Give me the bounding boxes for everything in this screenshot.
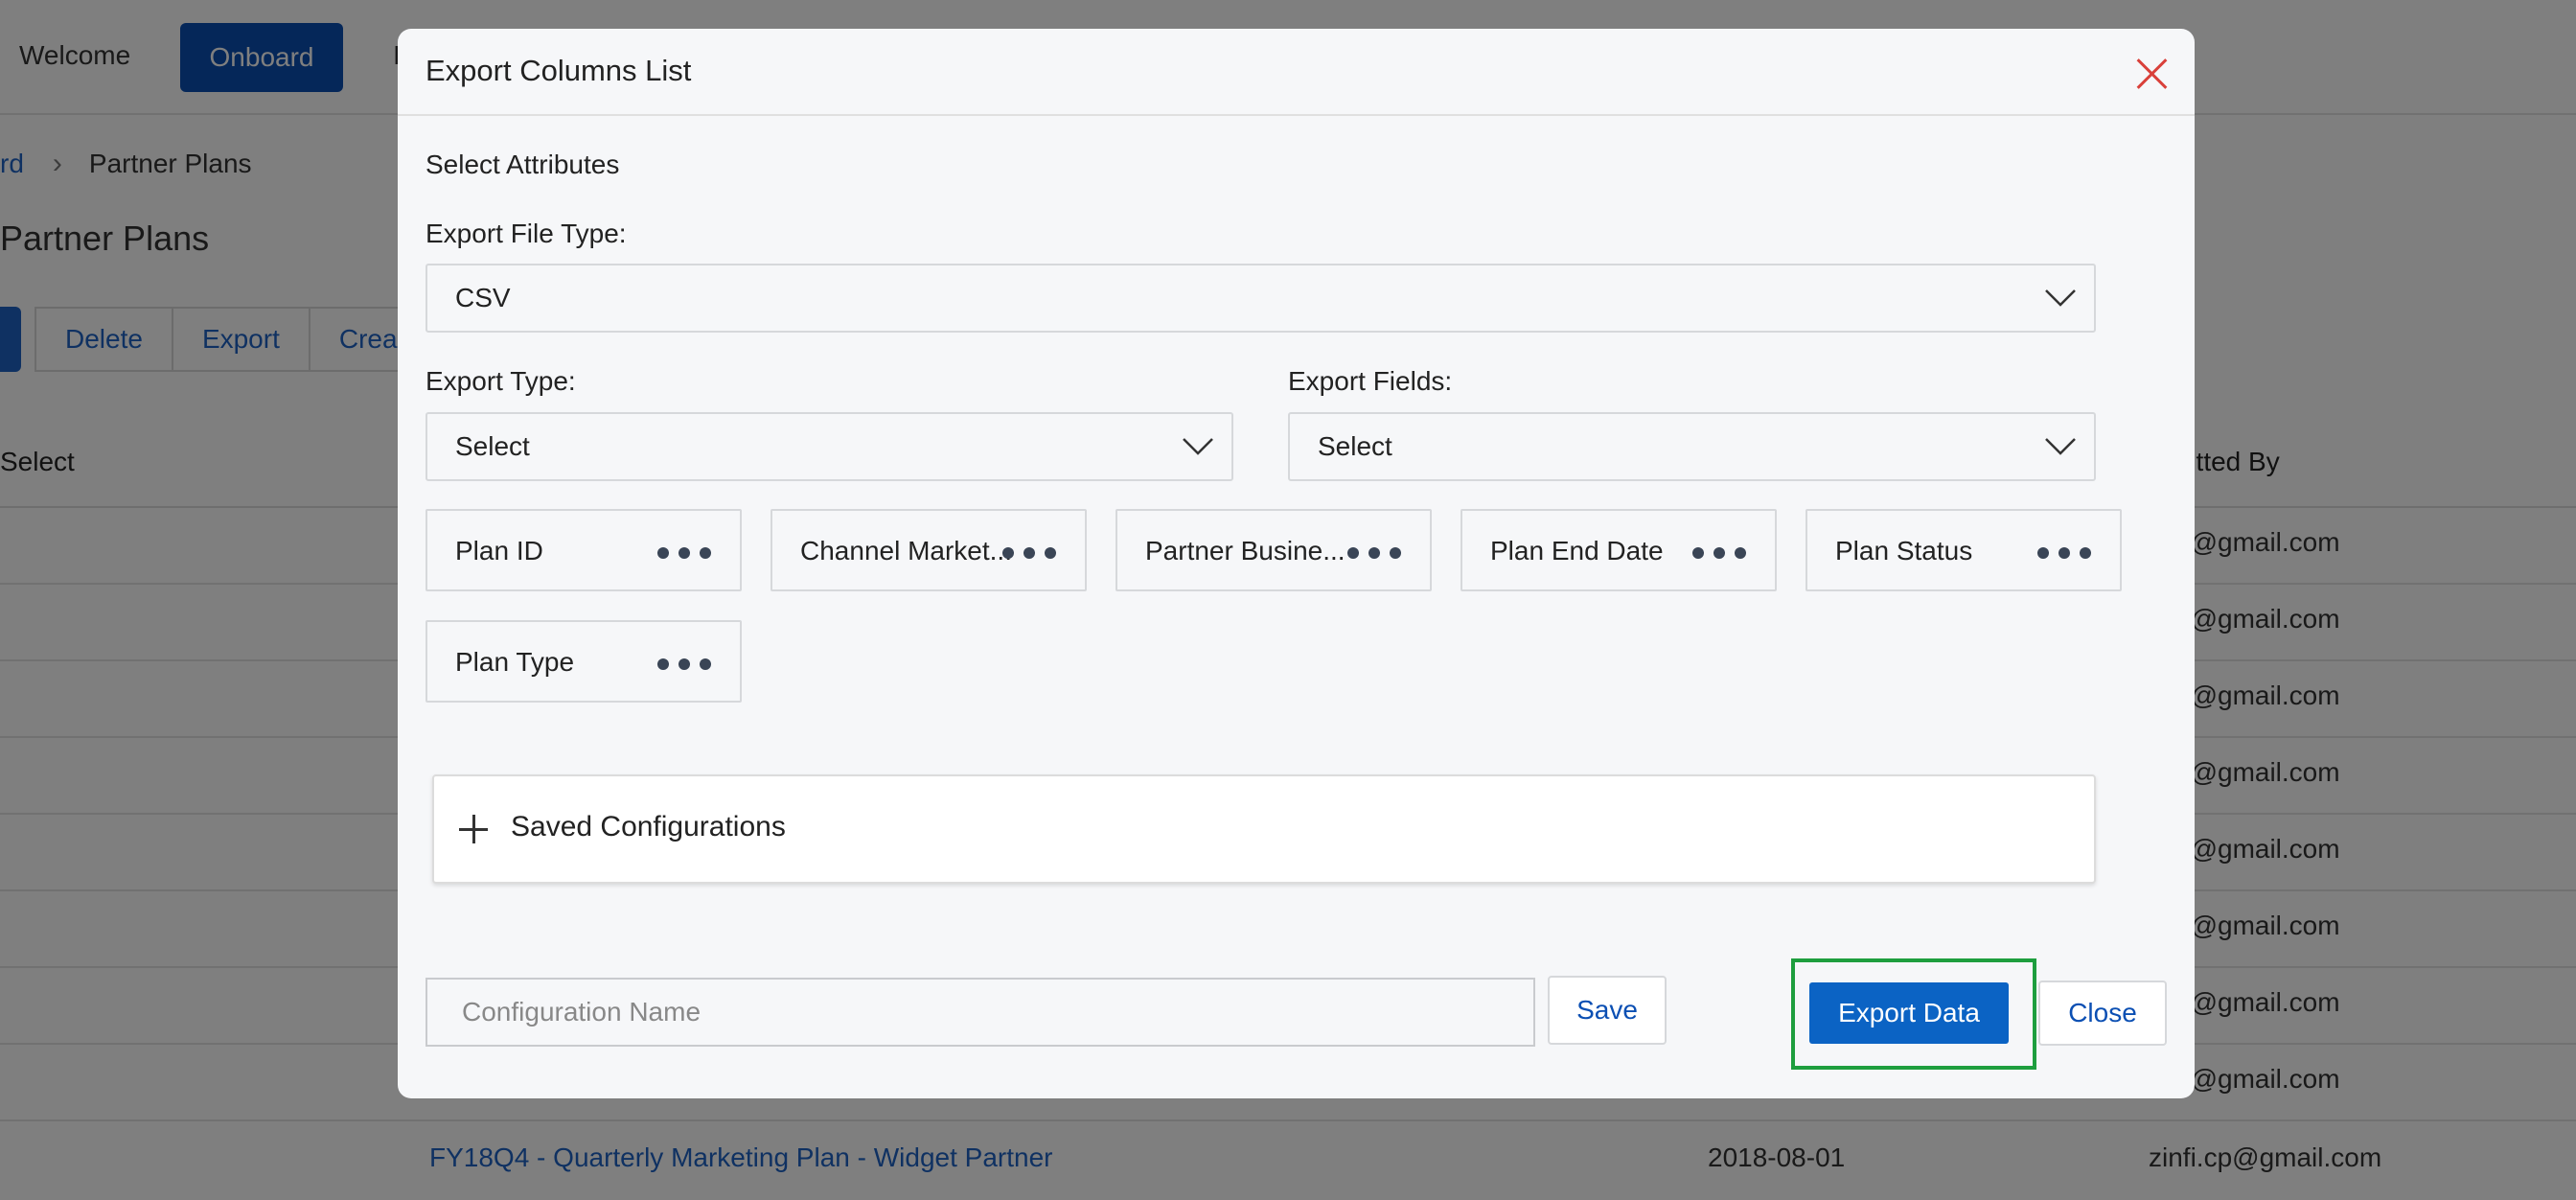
close-button[interactable]: Close <box>2038 981 2167 1046</box>
modal-title: Export Columns List <box>426 54 692 87</box>
column-chip-label: Plan End Date <box>1490 536 1664 565</box>
export-fields-value: Select <box>1318 431 1392 461</box>
column-chip[interactable]: Plan End Date <box>1460 509 1777 591</box>
column-chip[interactable]: Partner Busine... <box>1116 509 1432 591</box>
more-options-icon[interactable] <box>1347 547 1401 559</box>
column-chip-label: Plan ID <box>455 536 543 565</box>
modal-header: Export Columns List <box>398 29 2195 116</box>
saved-configurations-label: Saved Configurations <box>511 811 786 842</box>
export-type-value: Select <box>455 431 530 461</box>
export-file-type-select[interactable]: CSV <box>426 264 2096 333</box>
column-chip-label: Plan Type <box>455 647 575 677</box>
more-options-icon[interactable] <box>657 547 711 559</box>
column-chip[interactable]: Plan Status <box>1806 509 2122 591</box>
more-options-icon[interactable] <box>657 658 711 670</box>
export-type-label: Export Type: <box>426 366 576 396</box>
export-columns-modal: Export Columns List Select Attributes Ex… <box>398 29 2195 1098</box>
chevron-down-icon <box>2045 438 2076 455</box>
export-fields-select[interactable]: Select <box>1288 412 2096 481</box>
more-options-icon[interactable] <box>2037 547 2091 559</box>
column-chip[interactable]: Plan ID <box>426 509 742 591</box>
more-options-icon[interactable] <box>1692 547 1746 559</box>
close-icon[interactable] <box>2133 54 2172 92</box>
column-chip[interactable]: Channel Market... <box>770 509 1087 591</box>
chevron-down-icon <box>1183 438 1213 455</box>
export-type-select[interactable]: Select <box>426 412 1233 481</box>
column-chip-label: Plan Status <box>1835 536 1973 565</box>
export-file-type-value: CSV <box>455 283 511 312</box>
column-chip-label: Partner Busine... <box>1145 536 1346 565</box>
column-chip[interactable]: Plan Type <box>426 620 742 703</box>
export-data-button[interactable]: Export Data <box>1809 982 2009 1044</box>
column-chip-label: Channel Market... <box>800 536 1012 565</box>
more-options-icon[interactable] <box>1002 547 1056 559</box>
export-fields-label: Export Fields: <box>1288 366 1453 396</box>
section-label: Select Attributes <box>426 150 620 179</box>
chevron-down-icon <box>2045 289 2076 307</box>
configuration-name-input[interactable] <box>426 978 1535 1047</box>
plus-icon <box>459 815 488 843</box>
saved-configurations-accordion[interactable]: Saved Configurations <box>432 774 2096 884</box>
save-button[interactable]: Save <box>1548 976 1667 1045</box>
export-file-type-label: Export File Type: <box>426 219 627 248</box>
